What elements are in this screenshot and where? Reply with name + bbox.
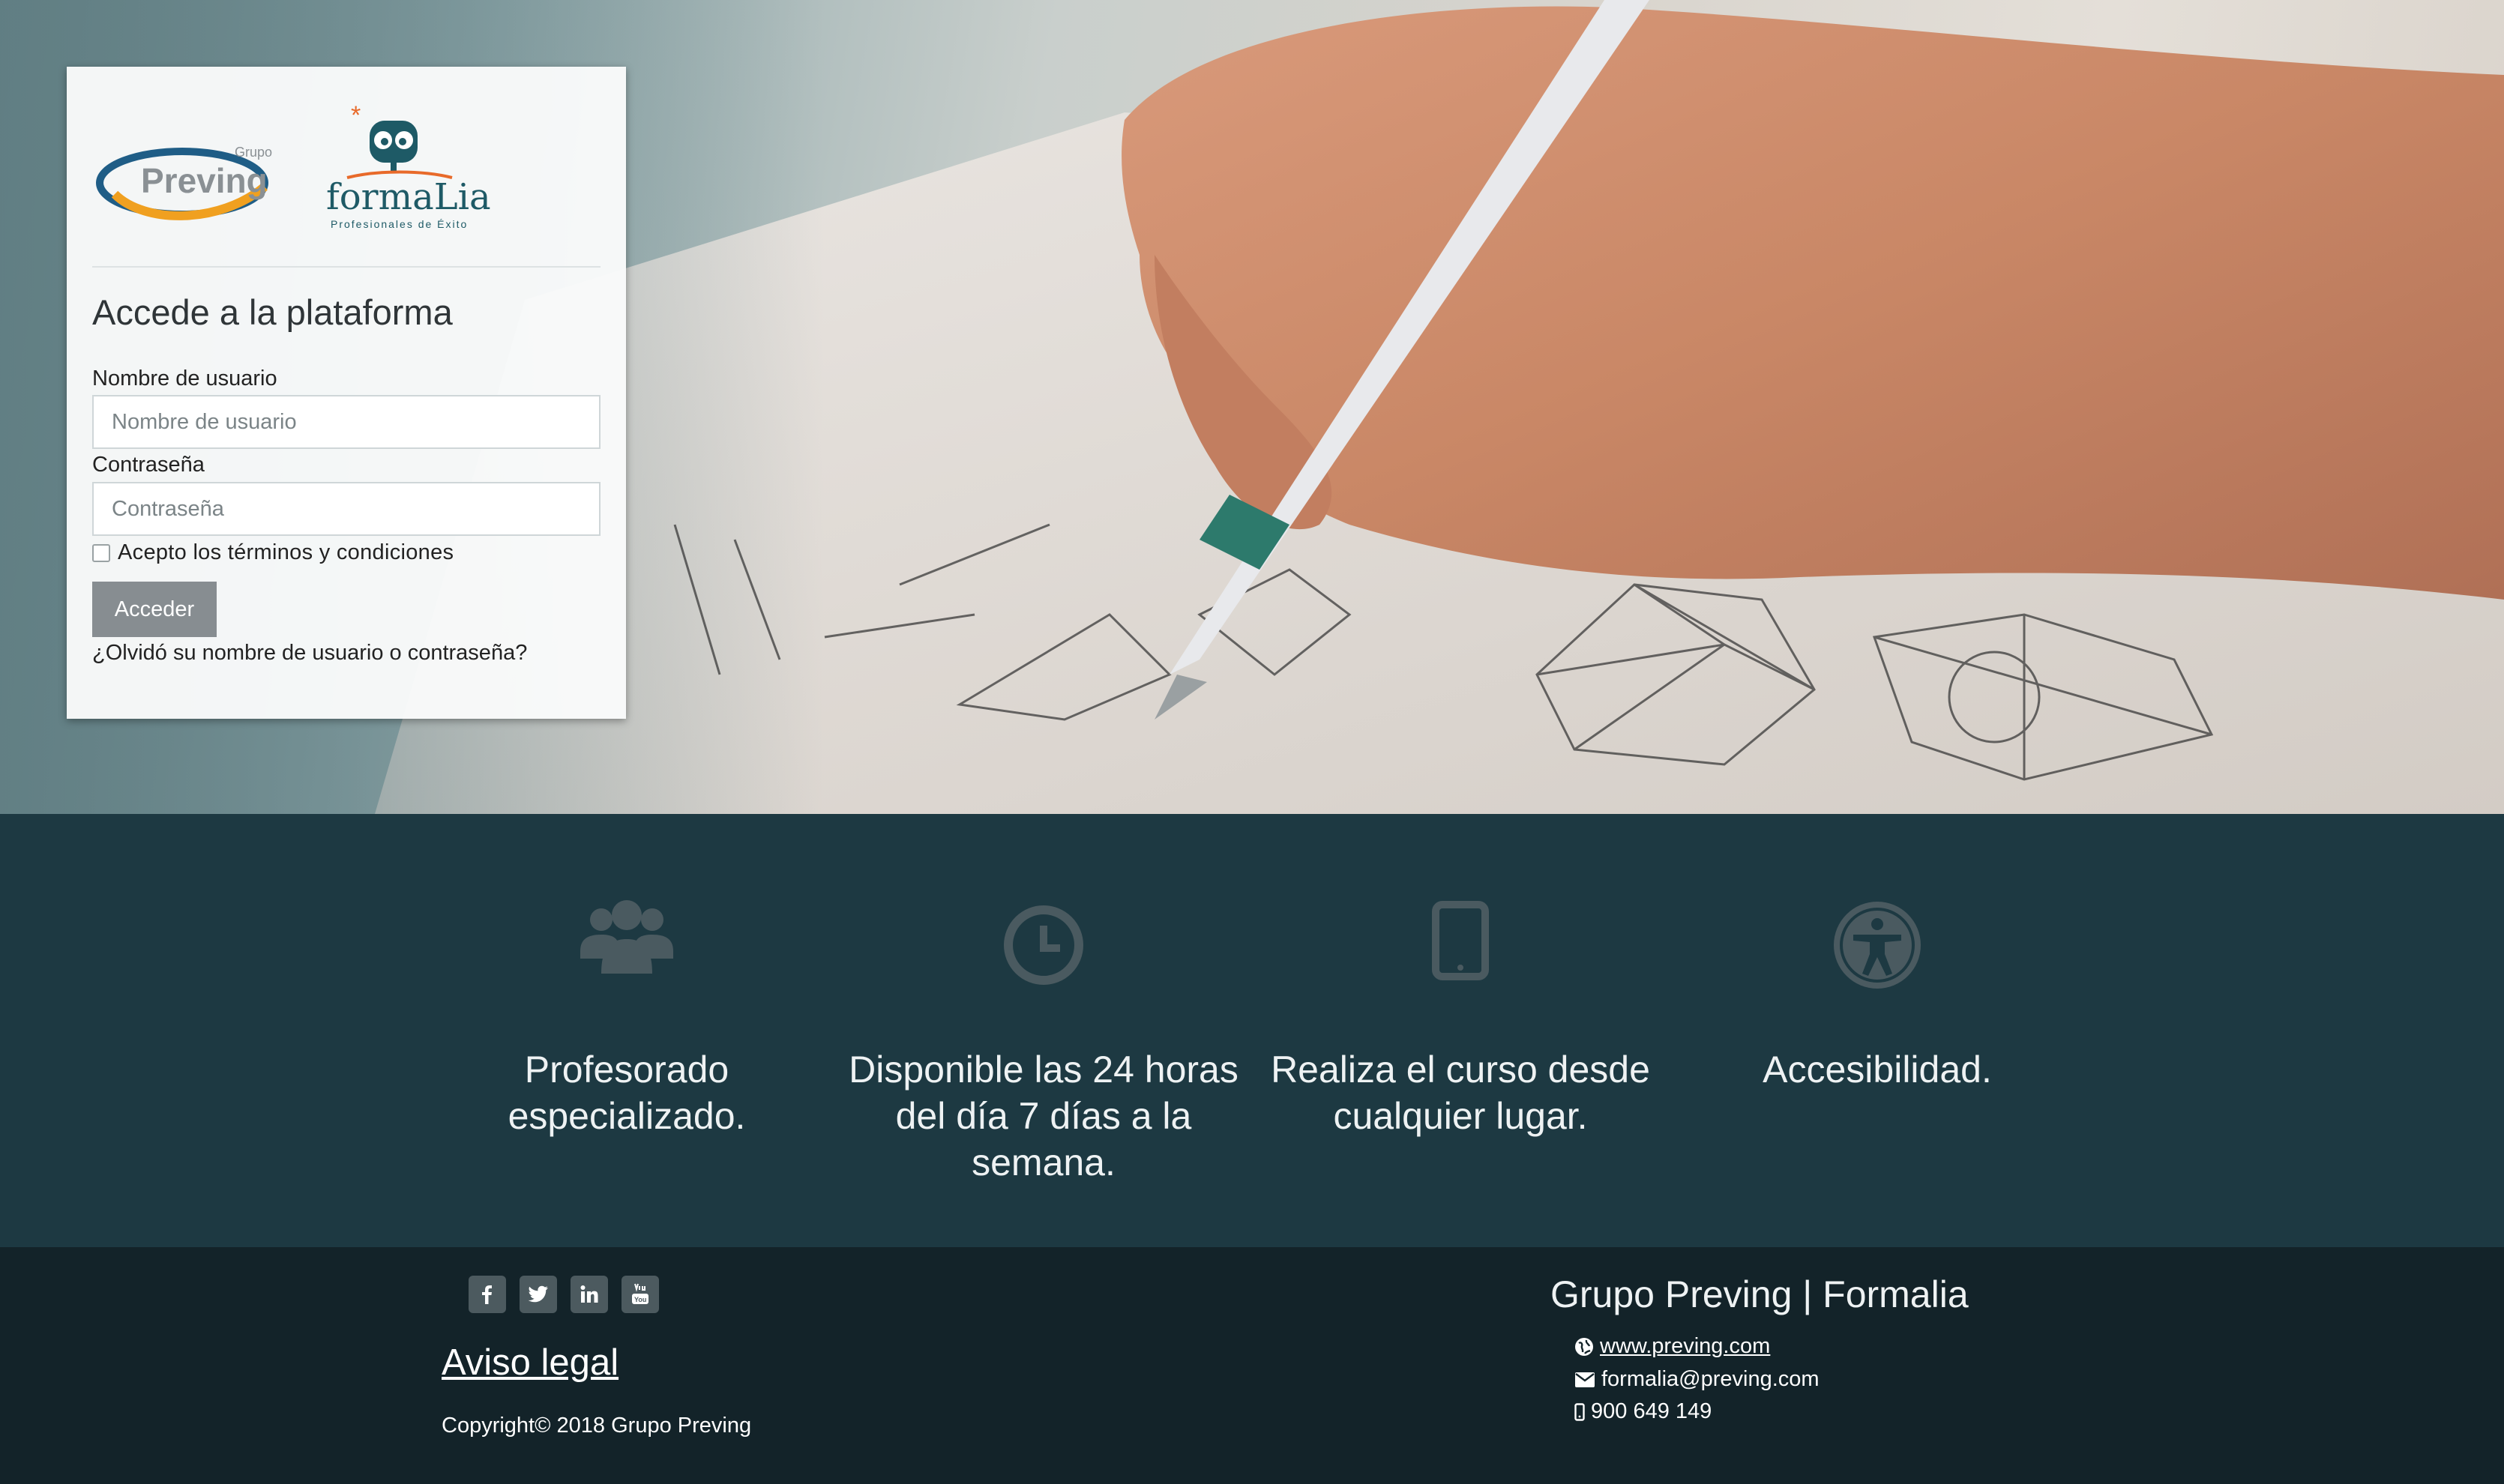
contact-email: formalia@preving.com — [1574, 1367, 1820, 1392]
legal-notice-link[interactable]: Aviso legal — [442, 1342, 619, 1384]
envelope-icon — [1575, 1372, 1595, 1387]
features-band: Profesorado especializado. Disponible la… — [0, 814, 2504, 1247]
contact-website: www.preving.com — [1574, 1334, 1770, 1359]
facebook-icon[interactable] — [469, 1276, 506, 1313]
website-link-text: www.preving.com — [1600, 1334, 1771, 1358]
website-link[interactable]: www.preving.com — [1600, 1334, 1770, 1359]
formalia-logo-tagline: Profesionales de Éxito — [331, 218, 468, 230]
copyright-text: Copyright© 2018 Grupo Preving — [442, 1414, 752, 1438]
terms-checkbox[interactable] — [92, 543, 110, 562]
username-input[interactable] — [92, 395, 601, 449]
preving-logo-small: Grupo — [235, 145, 272, 160]
footer: You Aviso legal Copyright© 2018 Grupo Pr… — [0, 1247, 2504, 1484]
feature-text: Disponible las 24 horas del día 7 días a… — [849, 1049, 1239, 1183]
terms-label[interactable]: Acepto los términos y condiciones — [118, 540, 454, 565]
globe-icon — [1575, 1337, 1593, 1356]
tablet-icon — [1432, 901, 1489, 980]
hero-background: Grupo Preving * formaLia Profesionales d… — [0, 0, 2504, 814]
users-icon — [580, 900, 673, 974]
clock-icon — [1004, 905, 1083, 985]
login-card: Grupo Preving * formaLia Profesionales d… — [67, 67, 626, 719]
linkedin-icon[interactable] — [571, 1276, 608, 1313]
partner-logos: Grupo Preving * formaLia Profesionales d… — [96, 101, 491, 230]
twitter-icon[interactable] — [520, 1276, 557, 1313]
username-label: Nombre de usuario — [92, 367, 277, 390]
email-text: formalia@preving.com — [1601, 1367, 1820, 1391]
terms-row: Acepto los términos y condiciones — [92, 540, 454, 565]
phone-text: 900 649 149 — [1591, 1399, 1712, 1423]
feature-text: Realiza el curso desde cualquier lugar. — [1271, 1049, 1650, 1137]
footer-title: Grupo Preving | Formalia — [1550, 1273, 1969, 1315]
svg-text:*: * — [351, 101, 361, 130]
preving-logo-name: Preving — [141, 161, 268, 200]
feature-text: Accesibilidad. — [1763, 1049, 1992, 1091]
accessibility-icon — [1834, 902, 1921, 989]
formalia-logo: * formaLia Profesionales de Éxito — [326, 101, 491, 230]
card-divider — [92, 266, 601, 268]
preving-logo: Grupo Preving — [96, 145, 272, 220]
login-title: Accede a la plataforma — [92, 292, 453, 332]
youtube-icon[interactable]: You — [622, 1276, 659, 1313]
contact-phone: 900 649 149 — [1574, 1399, 1712, 1424]
mobile-icon — [1574, 1402, 1585, 1421]
feature-text: Profesorado especializado. — [508, 1049, 746, 1137]
password-label: Contraseña — [92, 453, 205, 477]
social-links: You — [469, 1276, 659, 1313]
formalia-logo-name: formaLia — [326, 176, 491, 218]
password-input[interactable] — [92, 482, 601, 536]
login-submit-button[interactable]: Acceder — [92, 582, 217, 637]
svg-text:You: You — [634, 1296, 646, 1303]
forgot-credentials-link[interactable]: ¿Olvidó su nombre de usuario o contraseñ… — [92, 641, 527, 666]
